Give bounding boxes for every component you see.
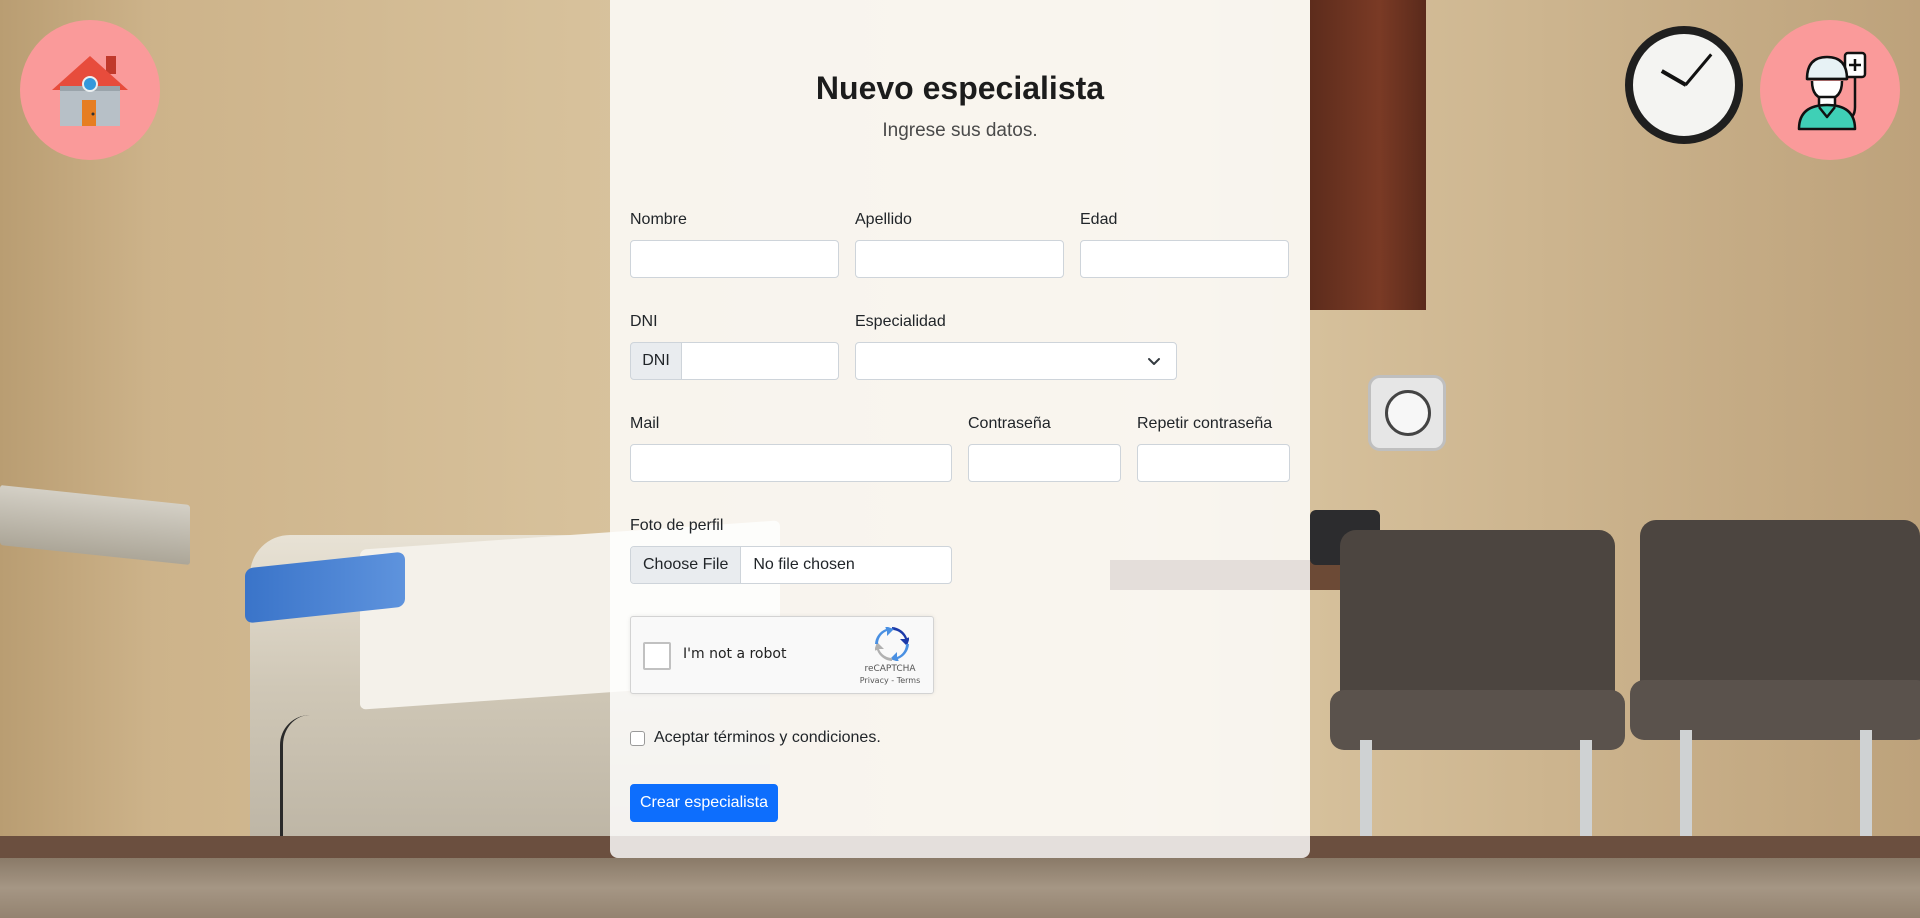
page-subtitle: Ingrese sus datos.	[882, 120, 1038, 141]
mail-label: Mail	[630, 415, 660, 432]
recaptcha-checkbox[interactable]	[643, 642, 671, 670]
edad-label: Edad	[1080, 211, 1118, 228]
mail-input[interactable]	[630, 444, 952, 482]
especialidad-select[interactable]	[855, 342, 1177, 380]
recaptcha-text: I'm not a robot	[683, 646, 787, 662]
repeat-password-label: Repetir contraseña	[1137, 415, 1273, 432]
apellido-label: Apellido	[855, 211, 912, 228]
background-floor	[0, 858, 1920, 918]
photo-file-input[interactable]: Choose File No file chosen	[630, 546, 952, 584]
registration-card: Nuevo especialista Ingrese sus datos. No…	[610, 0, 1310, 858]
background-cabinet	[1310, 0, 1426, 310]
file-name-text: No file chosen	[753, 556, 855, 573]
recaptcha-icon	[867, 626, 917, 665]
terms-label[interactable]: Aceptar términos y condiciones.	[654, 729, 881, 747]
dni-input[interactable]	[681, 342, 839, 380]
create-specialist-button[interactable]: Crear especialista	[630, 784, 778, 822]
home-button[interactable]	[20, 20, 160, 160]
recaptcha-links[interactable]: Privacy - Terms	[845, 676, 935, 685]
recaptcha-widget: I'm not a robot reCAPTCHA Privacy - Term…	[630, 616, 934, 694]
edad-input[interactable]	[1080, 240, 1289, 278]
background-blood-pressure-monitor	[1368, 375, 1446, 451]
chevron-down-icon	[1148, 358, 1160, 365]
home-icon	[52, 56, 128, 126]
specialist-button[interactable]	[1760, 20, 1900, 160]
medical-specialist-icon	[1797, 51, 1867, 131]
nombre-input[interactable]	[630, 240, 839, 278]
recaptcha-brand: reCAPTCHA	[864, 664, 916, 674]
background-clock	[1625, 26, 1743, 144]
photo-label: Foto de perfil	[630, 517, 724, 534]
password-input[interactable]	[968, 444, 1121, 482]
page-title: Nuevo especialista	[815, 70, 1105, 106]
apellido-input[interactable]	[855, 240, 1064, 278]
dni-label: DNI	[630, 313, 658, 330]
terms-checkbox[interactable]	[630, 730, 645, 746]
nombre-label: Nombre	[630, 211, 687, 228]
especialidad-label: Especialidad	[855, 313, 946, 330]
terms-row: Aceptar términos y condiciones.	[630, 729, 881, 747]
repeat-password-input[interactable]	[1137, 444, 1290, 482]
background-ledge	[0, 485, 190, 565]
password-label: Contraseña	[968, 415, 1051, 432]
dni-addon: DNI	[630, 342, 682, 380]
choose-file-button[interactable]: Choose File	[631, 547, 742, 583]
